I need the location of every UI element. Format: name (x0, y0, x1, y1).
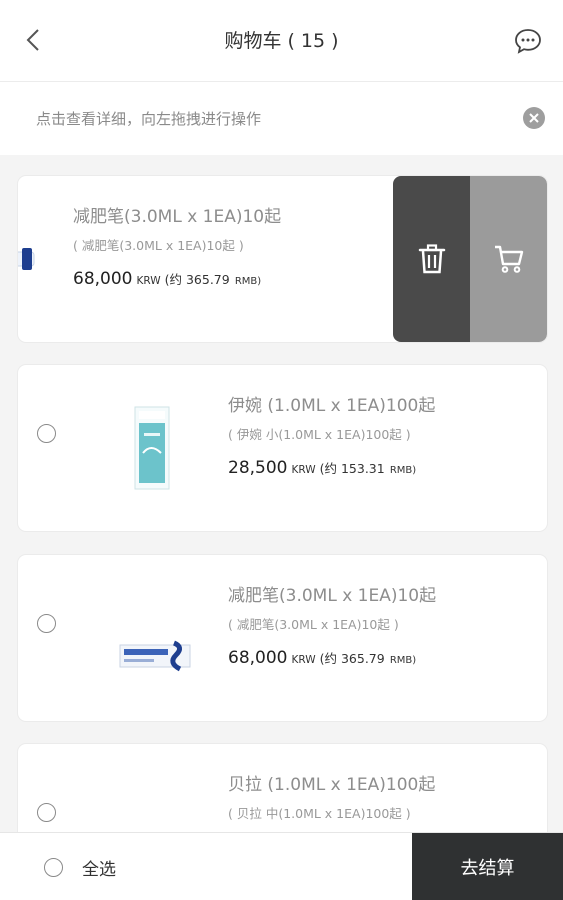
item-select-radio[interactable] (37, 803, 56, 822)
product-subtitle: ( 贝拉 中(1.0ML x 1EA)100起 ) (228, 806, 411, 821)
product-price: 68,000 (73, 269, 133, 289)
top-nav-bar: 购物车 ( 15 ) (0, 0, 563, 82)
rmb-approx: (约 365.79 (164, 272, 230, 287)
cart-item-card[interactable]: 减肥笔(3.0ML x 1EA)10起 ( 减肥笔(3.0ML x 1EA)10… (18, 555, 547, 721)
page-title: 购物车 ( 15 ) (224, 30, 339, 52)
product-image (18, 204, 36, 314)
rmb-approx: (约 365.79 (319, 651, 385, 666)
item-select-radio[interactable] (37, 614, 56, 633)
close-icon (529, 113, 539, 123)
product-name: 减肥笔(3.0ML x 1EA)10起 (228, 586, 437, 606)
delete-button[interactable] (393, 176, 470, 342)
price-line: 28,500 KRW (约 153.31 RMB) (228, 458, 537, 478)
product-info: 贝拉 (1.0ML x 1EA)100起 ( 贝拉 中(1.0ML x 1EA)… (228, 770, 537, 822)
rmb-label: RMB) (389, 655, 417, 666)
select-all-toggle[interactable]: 全选 (44, 855, 116, 880)
currency-label: KRW (136, 275, 161, 287)
rmb-label: RMB) (234, 276, 262, 287)
select-all-radio[interactable] (44, 858, 63, 877)
cart-item-card[interactable]: 伊婉 (1.0ML x 1EA)100起 ( 伊婉 小(1.0ML x 1EA)… (18, 365, 547, 531)
product-image (98, 583, 208, 693)
price-line: 68,000 KRW (约 365.79 RMB) (228, 648, 537, 668)
hint-bar: 点击查看详细，向左拖拽进行操作 (0, 83, 563, 155)
product-image (98, 393, 208, 503)
bottom-bar: 全选 去结算 (0, 832, 563, 900)
hint-text: 点击查看详细，向左拖拽进行操作 (36, 110, 262, 128)
cart-icon (494, 245, 523, 273)
product-info: 减肥笔(3.0ML x 1EA)10起 ( 减肥笔(3.0ML x 1EA)10… (228, 581, 537, 668)
product-info: 伊婉 (1.0ML x 1EA)100起 ( 伊婉 小(1.0ML x 1EA)… (228, 391, 537, 478)
currency-label: KRW (291, 464, 316, 476)
rmb-approx: (约 153.31 (319, 461, 385, 476)
swipe-actions (393, 176, 547, 342)
add-to-cart-button[interactable] (470, 176, 547, 342)
cart-item-card[interactable]: 贝拉 (1.0ML x 1EA)100起 ( 贝拉 中(1.0ML x 1EA)… (18, 744, 547, 832)
product-name: 贝拉 (1.0ML x 1EA)100起 (228, 775, 436, 795)
product-subtitle: ( 减肥笔(3.0ML x 1EA)10起 ) (228, 617, 399, 632)
checkout-button[interactable]: 去结算 (412, 833, 563, 900)
product-subtitle: ( 伊婉 小(1.0ML x 1EA)100起 ) (228, 427, 411, 442)
product-image (98, 772, 208, 832)
currency-label: KRW (291, 654, 316, 666)
item-select-radio[interactable] (37, 424, 56, 443)
chat-bubble-icon (515, 29, 541, 54)
product-name: 伊婉 (1.0ML x 1EA)100起 (228, 396, 436, 416)
hint-close-button[interactable] (523, 107, 545, 129)
cart-item-card[interactable]: 减肥笔(3.0ML x 1EA)10起 ( 减肥笔(3.0ML x 1EA)10… (18, 176, 547, 342)
product-price: 28,500 (228, 458, 288, 478)
message-button[interactable] (513, 26, 543, 56)
rmb-label: RMB) (389, 465, 417, 476)
product-price: 68,000 (228, 648, 288, 668)
cart-list: 减肥笔(3.0ML x 1EA)10起 ( 减肥笔(3.0ML x 1EA)10… (0, 155, 563, 832)
select-all-label: 全选 (82, 860, 116, 880)
trash-icon (418, 244, 445, 274)
